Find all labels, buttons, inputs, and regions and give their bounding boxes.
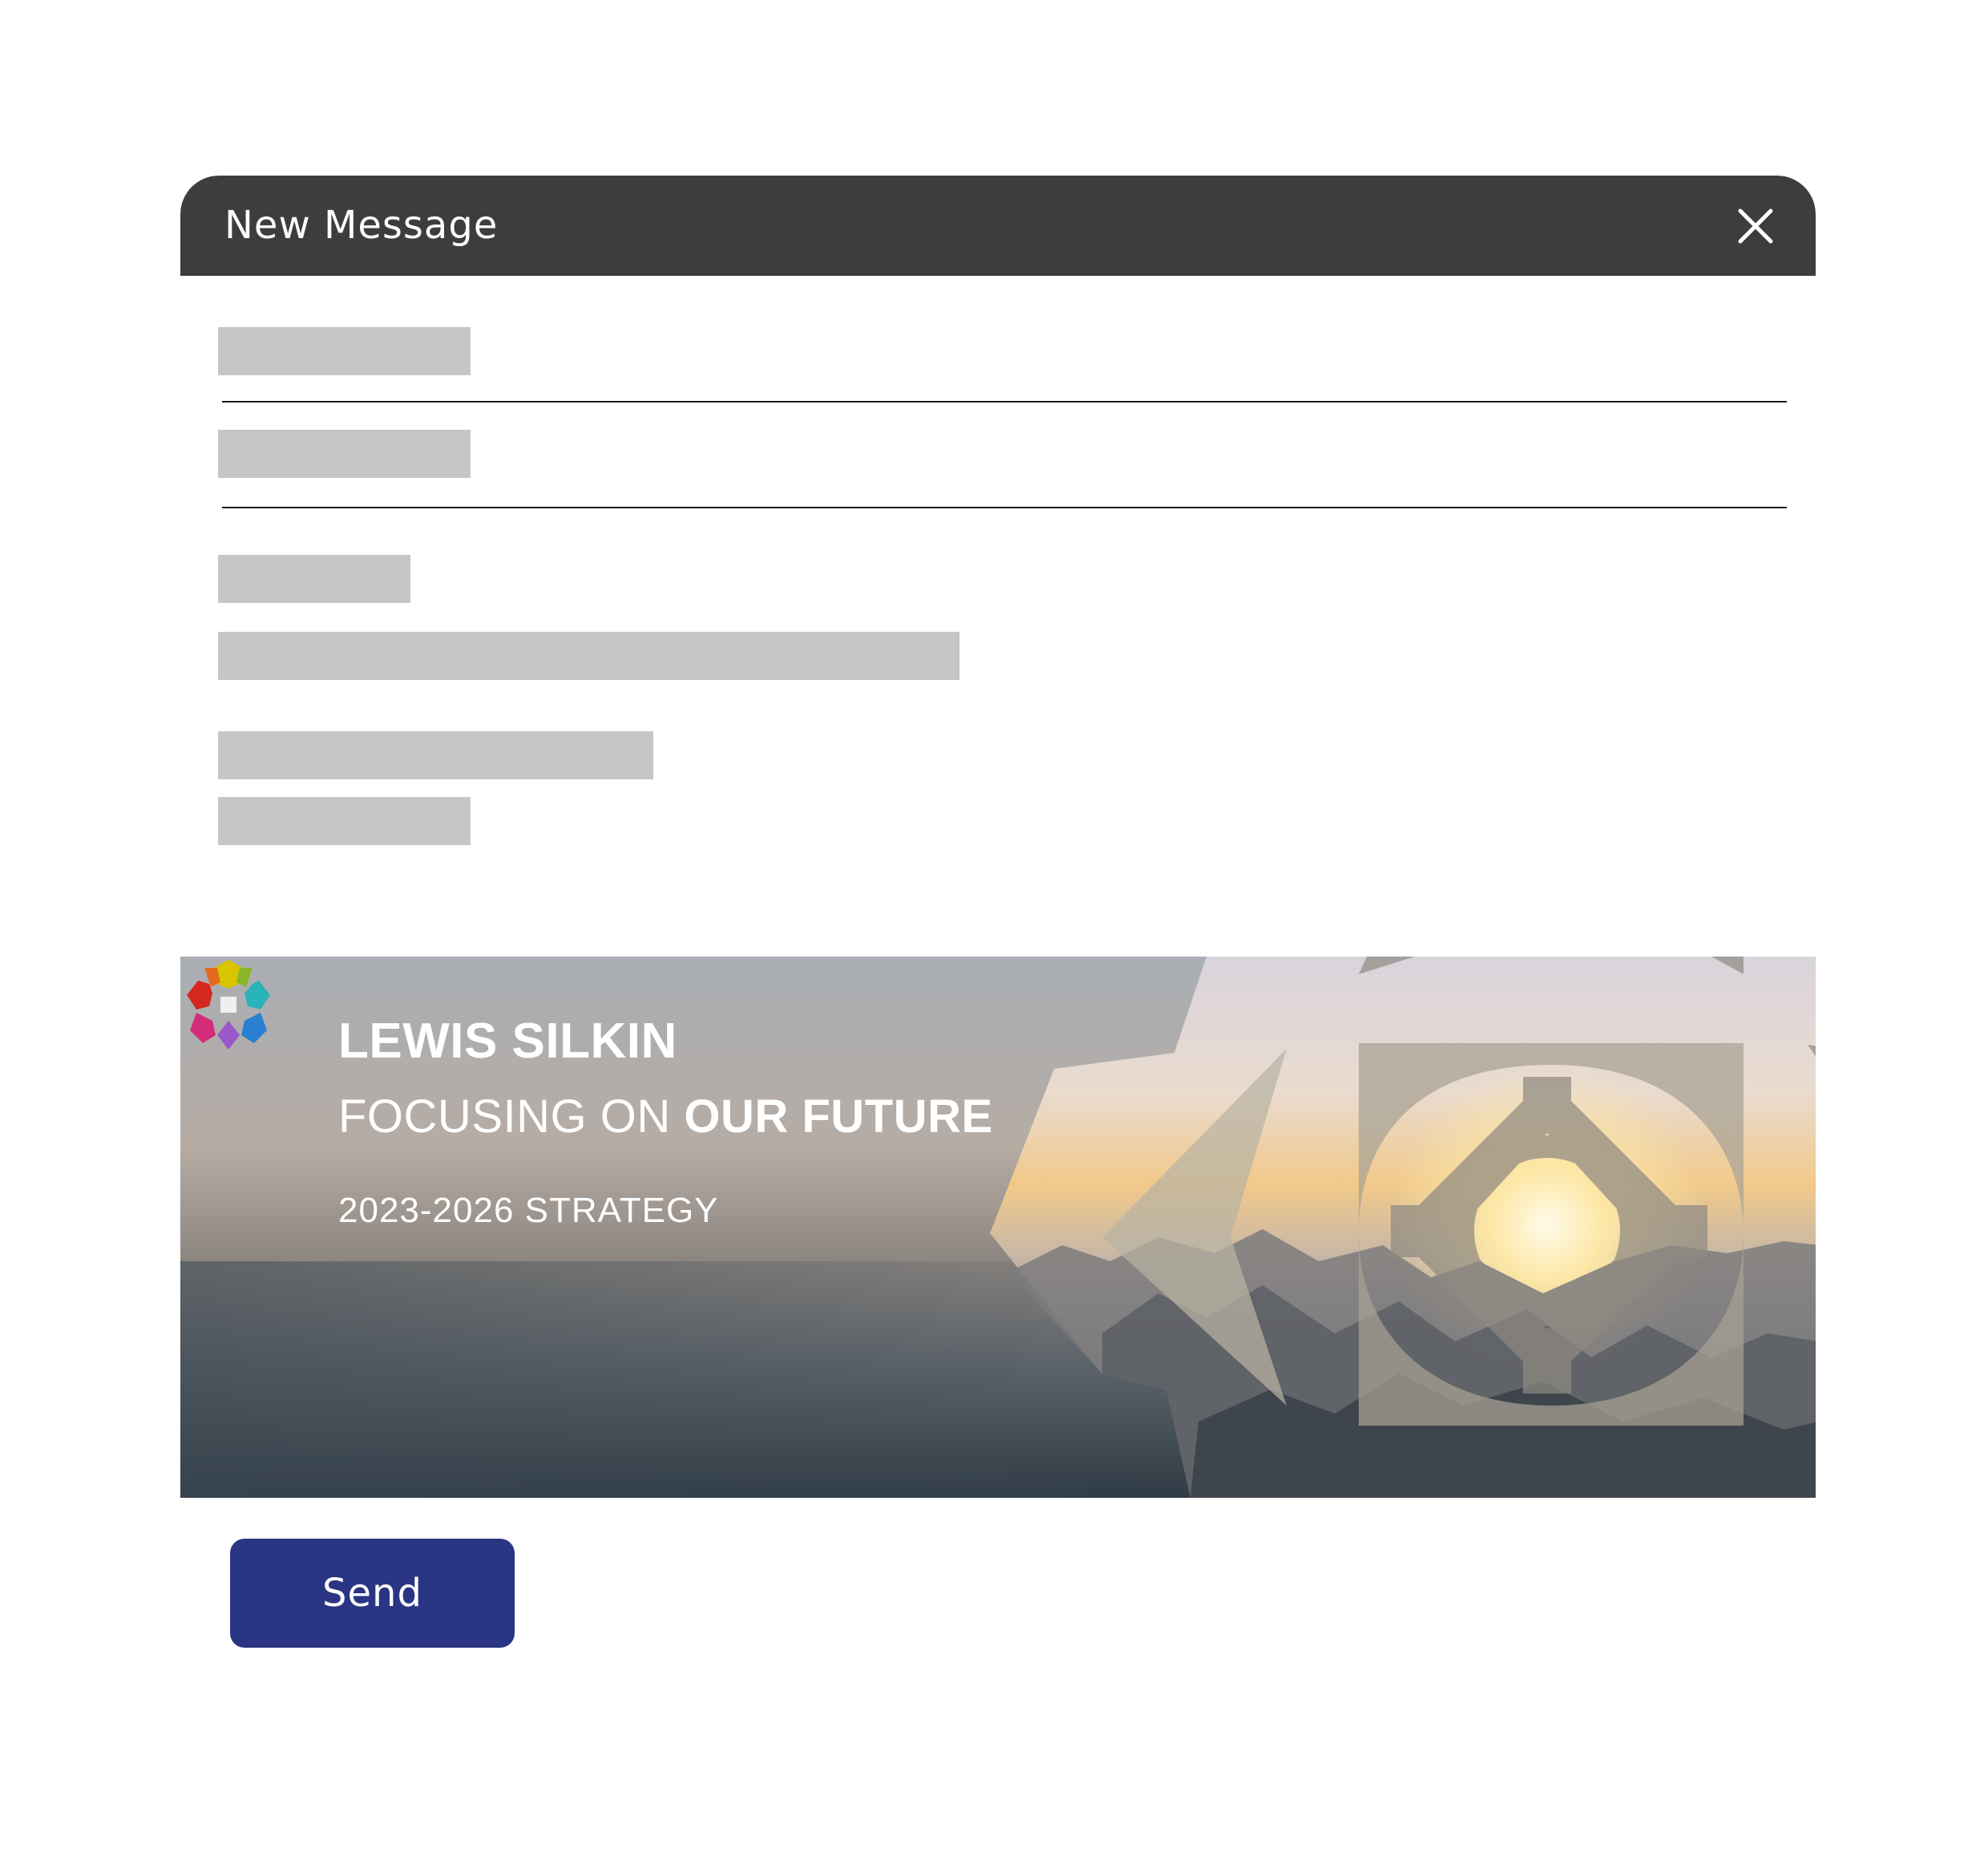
compose-window: New Message LEWIS SILKIN FOCUSING ON OUR… [180,176,1816,1683]
banner-brand-name: LEWIS SILKIN [338,1013,677,1069]
to-field-divider [222,401,1787,403]
banner-tagline-light: FOCUSING ON [338,1090,685,1143]
banner-strategy: 2023-2026 STRATEGY [338,1191,719,1230]
to-field-placeholder[interactable] [218,327,471,375]
close-icon[interactable] [1735,206,1776,246]
body-line-1 [218,632,960,680]
body-line-name [218,797,471,845]
send-button[interactable]: Send [230,1539,515,1648]
compose-title: New Message [224,203,499,248]
banner-tagline-bold: OUR FUTURE [684,1090,993,1143]
subject-field-placeholder[interactable] [218,430,471,478]
body-line-greeting [218,555,410,603]
compose-titlebar: New Message [180,176,1816,276]
banner-tagline: FOCUSING ON OUR FUTURE [338,1090,993,1143]
subject-field-divider [222,507,1787,508]
signature-banner: LEWIS SILKIN FOCUSING ON OUR FUTURE 2023… [180,957,1816,1498]
body-line-signoff [218,731,653,779]
lewis-silkin-logo [187,960,270,1050]
